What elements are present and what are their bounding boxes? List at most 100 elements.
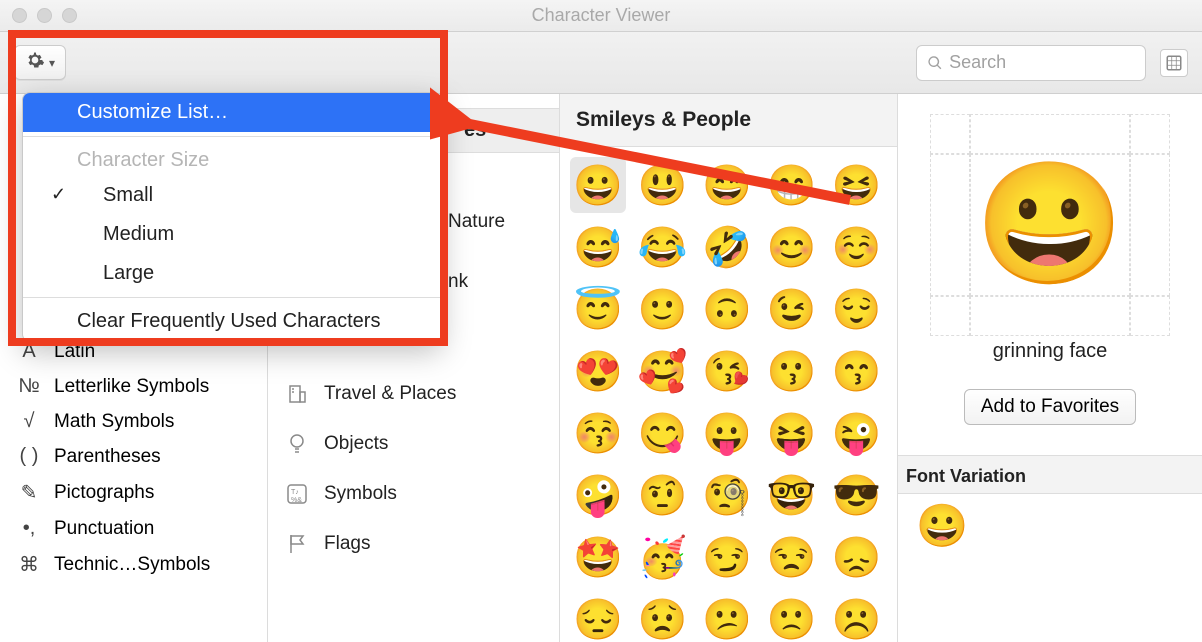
window-title: Character Viewer	[532, 5, 671, 26]
emoji-cell[interactable]: 🤨	[635, 467, 691, 523]
menu-separator	[23, 297, 441, 298]
emoji-cell[interactable]: 😄	[699, 157, 755, 213]
sidebar-item-technical[interactable]: ⌘Technic…Symbols	[0, 546, 267, 583]
settings-dropdown-menu: Customize List… Character Size Small Med…	[22, 92, 442, 342]
emoji-cell[interactable]: 🙁	[764, 591, 820, 642]
bulb-icon	[284, 431, 310, 457]
emoji-cell[interactable]: 😆	[828, 157, 884, 213]
character-name: grinning face	[993, 340, 1108, 363]
menu-clear-frequent[interactable]: Clear Frequently Used Characters	[23, 302, 441, 341]
emoji-cell[interactable]: 😟	[635, 591, 691, 642]
category-item-travel[interactable]: Travel & Places	[268, 369, 559, 419]
search-input[interactable]	[949, 52, 1135, 73]
search-icon	[927, 54, 943, 72]
category-item-label: Nature	[448, 211, 505, 233]
settings-menu-button[interactable]: ▾	[14, 45, 66, 80]
emoji-cell[interactable]: 😁	[764, 157, 820, 213]
sidebar-item-label: Latin	[54, 341, 95, 363]
font-variation-glyph[interactable]: 😀	[912, 494, 972, 559]
emoji-cell[interactable]: 😃	[635, 157, 691, 213]
sidebar-item-punctuation[interactable]: •,Punctuation	[0, 511, 267, 546]
emoji-cell[interactable]: 😍	[570, 343, 626, 399]
emoji-cell[interactable]: 😀	[570, 157, 626, 213]
category-item-flags[interactable]: Flags	[268, 519, 559, 569]
emoji-cell[interactable]: 🥳	[635, 529, 691, 585]
symbols-icon: T♪%&	[284, 481, 310, 507]
category-item-label: Symbols	[324, 483, 397, 505]
emoji-cell[interactable]: 😎	[828, 467, 884, 523]
emoji-cell[interactable]: 🙂	[635, 281, 691, 337]
category-item-label: Objects	[324, 433, 388, 455]
emoji-cell[interactable]: 🥰	[635, 343, 691, 399]
sidebar-item-label: Parentheses	[54, 446, 161, 468]
emoji-cell[interactable]: 😛	[699, 405, 755, 461]
sidebar-item-parentheses[interactable]: ( )Parentheses	[0, 439, 267, 474]
emoji-cell[interactable]: 😕	[699, 591, 755, 642]
emoji-cell[interactable]: 😒	[764, 529, 820, 585]
emoji-cell[interactable]: 🤓	[764, 467, 820, 523]
font-variation-label: Font Variation	[898, 455, 1202, 494]
emoji-cell[interactable]: 🙃	[699, 281, 755, 337]
emoji-cell[interactable]: 🤩	[570, 529, 626, 585]
menu-size-medium[interactable]: Medium	[23, 215, 441, 254]
sidebar-item-label: Math Symbols	[54, 411, 174, 433]
emoji-cell[interactable]: 🧐	[699, 467, 755, 523]
sidebar-item-pictographs[interactable]: ✎Pictographs	[0, 474, 267, 511]
flag-icon	[284, 531, 310, 557]
add-to-favorites-button[interactable]: Add to Favorites	[964, 389, 1136, 425]
gear-icon	[25, 50, 45, 75]
emoji-cell[interactable]: 😗	[764, 343, 820, 399]
emoji-cell[interactable]: 😂	[635, 219, 691, 275]
preview-glyph: 😀	[970, 154, 1130, 296]
menu-size-label: Character Size	[23, 141, 441, 176]
menu-size-small[interactable]: Small	[23, 176, 441, 215]
sidebar-item-letterlike[interactable]: №Letterlike Symbols	[0, 369, 267, 404]
window-controls	[12, 8, 77, 23]
category-header: es	[448, 108, 559, 153]
zoom-window-button[interactable]	[62, 8, 77, 23]
close-window-button[interactable]	[12, 8, 27, 23]
svg-text:T♪: T♪	[291, 489, 299, 496]
menu-customize-list[interactable]: Customize List…	[23, 93, 441, 132]
emoji-cell[interactable]: 😌	[828, 281, 884, 337]
emoji-cell[interactable]: 😔	[570, 591, 626, 642]
emoji-grid: 😀😃😄😁😆 😅😂🤣😊☺️ 😇🙂🙃😉😌 😍🥰😘😗😙 😚😋😛😝😜 🤪🤨🧐🤓😎 🤩🥳😏😒😞 😔😟😕🙁…	[560, 147, 897, 642]
emoji-cell[interactable]: 😇	[570, 281, 626, 337]
sidebar-item-label: Technic…Symbols	[54, 554, 210, 576]
emoji-cell[interactable]: 😊	[764, 219, 820, 275]
emoji-cell[interactable]: 😙	[828, 343, 884, 399]
emoji-cell[interactable]: 😋	[635, 405, 691, 461]
emoji-cell[interactable]: 😝	[764, 405, 820, 461]
emoji-cell[interactable]: 😅	[570, 219, 626, 275]
menu-size-large[interactable]: Large	[23, 254, 441, 293]
emoji-cell[interactable]: 😘	[699, 343, 755, 399]
category-item-label: nk	[448, 271, 468, 293]
emoji-cell[interactable]: 🤪	[570, 467, 626, 523]
sidebar-item-math[interactable]: √ Math Symbols	[0, 404, 267, 439]
emoji-cell[interactable]: 😚	[570, 405, 626, 461]
category-item-objects[interactable]: Objects	[268, 419, 559, 469]
emoji-cell[interactable]: 😜	[828, 405, 884, 461]
emoji-cell[interactable]: 😏	[699, 529, 755, 585]
character-preview: 😀	[930, 114, 1170, 314]
minimize-window-button[interactable]	[37, 8, 52, 23]
emoji-cell[interactable]: 😉	[764, 281, 820, 337]
emoji-cell[interactable]: 🤣	[699, 219, 755, 275]
emoji-grid-pane: Smileys & People 😀😃😄😁😆 😅😂🤣😊☺️ 😇🙂🙃😉😌 😍🥰😘😗😙 😚😋…	[560, 94, 898, 642]
character-detail-pane: 😀 grinning face Add to Favorites Font Va…	[898, 94, 1202, 642]
search-field[interactable]	[916, 45, 1146, 81]
emoji-cell[interactable]: 😞	[828, 529, 884, 585]
category-item-symbols[interactable]: T♪%& Symbols	[268, 469, 559, 519]
punctuation-icon: •,	[16, 517, 42, 540]
emoji-section-header: Smileys & People	[560, 94, 897, 147]
pencil-icon: ✎	[16, 480, 42, 505]
letter-a-icon: A	[16, 340, 42, 363]
emoji-cell[interactable]: ☹️	[828, 591, 884, 642]
grid-icon	[1165, 54, 1183, 72]
sqrt-icon: √	[16, 410, 42, 433]
compact-view-button[interactable]	[1160, 49, 1188, 77]
svg-text:%&: %&	[291, 497, 302, 504]
building-icon	[284, 381, 310, 407]
emoji-cell[interactable]: ☺️	[828, 219, 884, 275]
sidebar-item-label: Letterlike Symbols	[54, 376, 209, 398]
